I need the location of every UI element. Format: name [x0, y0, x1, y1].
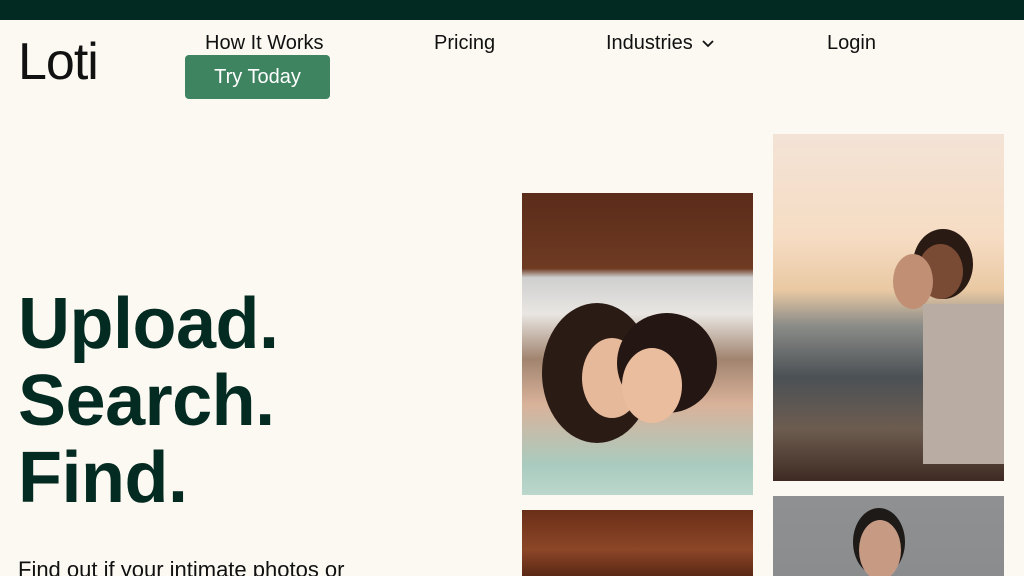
try-today-button[interactable]: Try Today: [185, 55, 330, 99]
top-banner: [0, 0, 1024, 20]
nav-industries[interactable]: Industries: [606, 31, 715, 55]
photo-couple-bed: [522, 193, 753, 495]
hero-line-upload: Upload.: [18, 284, 279, 364]
nav-pricing[interactable]: Pricing: [434, 31, 495, 55]
photo-couple-waterfront: [773, 134, 1004, 481]
photo-figure: [923, 304, 1004, 464]
photo-bottom-left: [522, 510, 753, 576]
nav-login[interactable]: Login: [827, 31, 876, 55]
hero-headline: Upload. Search. Find.: [18, 286, 279, 517]
logo[interactable]: Loti: [18, 34, 99, 90]
hero-subtitle: Find out if your intimate photos or: [18, 557, 345, 576]
photo-figure: [859, 520, 901, 576]
photo-figure: [893, 254, 933, 309]
hero-line-search: Search.: [18, 361, 275, 441]
nav-how-it-works[interactable]: How It Works: [205, 31, 324, 55]
nav-industries-label: Industries: [606, 32, 693, 54]
photo-figure: [622, 348, 682, 423]
chevron-down-icon: [702, 40, 714, 48]
hero-line-find: Find.: [18, 438, 188, 518]
photo-portrait: [773, 496, 1004, 576]
